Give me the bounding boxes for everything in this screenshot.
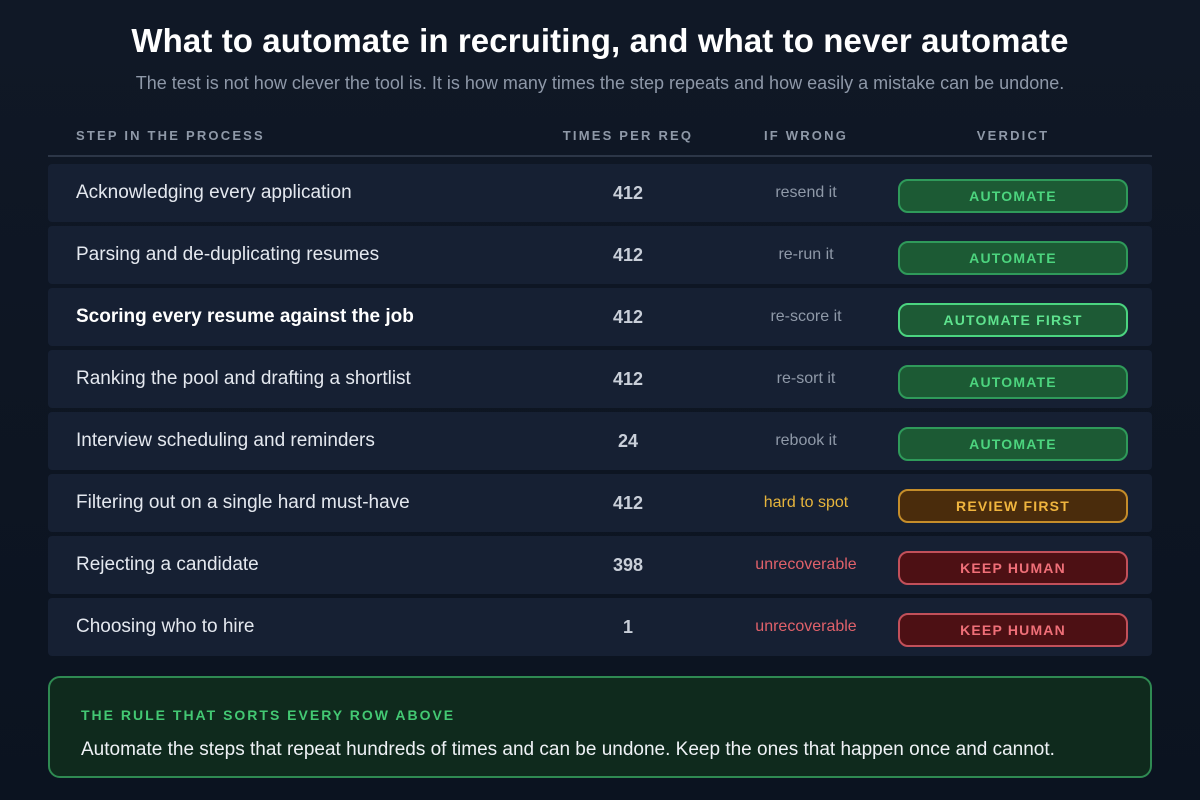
table-row: Filtering out on a single hard must-have… xyxy=(48,474,1152,532)
page-subtitle: The test is not how clever the tool is. … xyxy=(135,73,1065,93)
table-row: Interview scheduling and reminders 24 re… xyxy=(48,412,1152,470)
verdict-badge: AUTOMATE FIRST xyxy=(898,303,1128,337)
times-cell: 1 xyxy=(622,617,633,637)
table-row-highlighted: Scoring every resume against the job 412… xyxy=(48,288,1152,346)
times-cell: 412 xyxy=(612,493,644,513)
if-wrong-cell: re-score it xyxy=(770,308,842,325)
times-cell: 24 xyxy=(617,431,639,451)
table-row: Ranking the pool and drafting a shortlis… xyxy=(48,350,1152,408)
times-cell: 398 xyxy=(612,555,644,575)
header-if-wrong: IF WRONG xyxy=(763,128,849,143)
step-cell: Parsing and de-duplicating resumes xyxy=(76,244,380,265)
times-cell: 412 xyxy=(612,183,644,203)
table-header: STEP IN THE PROCESS TIMES PER REQ IF WRO… xyxy=(48,124,1152,157)
verdict-badge: AUTOMATE xyxy=(898,241,1128,275)
verdict-badge: AUTOMATE xyxy=(898,179,1128,213)
verdict-badge: AUTOMATE xyxy=(898,365,1128,399)
header-times: TIMES PER REQ xyxy=(562,128,694,143)
if-wrong-cell: re-run it xyxy=(778,246,834,263)
if-wrong-cell: unrecoverable xyxy=(755,556,857,573)
rule-label: THE RULE THAT SORTS EVERY ROW ABOVE xyxy=(81,707,456,723)
table-row: Parsing and de-duplicating resumes 412 r… xyxy=(48,226,1152,284)
verdict-badge: KEEP HUMAN xyxy=(898,613,1128,647)
times-cell: 412 xyxy=(612,307,644,327)
table-row: Rejecting a candidate 398 unrecoverable … xyxy=(48,536,1152,594)
header-verdict: VERDICT xyxy=(976,128,1050,143)
step-cell: Rejecting a candidate xyxy=(76,554,259,575)
if-wrong-cell: rebook it xyxy=(775,432,837,449)
if-wrong-cell: unrecoverable xyxy=(755,618,857,635)
rule-callout: THE RULE THAT SORTS EVERY ROW ABOVE Auto… xyxy=(48,676,1152,778)
if-wrong-cell: re-sort it xyxy=(776,370,836,387)
if-wrong-cell: hard to spot xyxy=(763,494,849,511)
verdict-badge: REVIEW FIRST xyxy=(898,489,1128,523)
step-cell: Choosing who to hire xyxy=(76,616,255,637)
step-cell: Scoring every resume against the job xyxy=(76,306,414,327)
if-wrong-cell: resend it xyxy=(775,184,837,201)
verdict-badge: KEEP HUMAN xyxy=(898,551,1128,585)
header-step: STEP IN THE PROCESS xyxy=(76,128,265,143)
step-cell: Filtering out on a single hard must-have xyxy=(76,492,410,513)
table-row: Acknowledging every application 412 rese… xyxy=(48,164,1152,222)
step-cell: Ranking the pool and drafting a shortlis… xyxy=(76,368,411,389)
times-cell: 412 xyxy=(612,369,644,389)
step-cell: Interview scheduling and reminders xyxy=(76,430,375,451)
times-cell: 412 xyxy=(612,245,644,265)
table-row: Choosing who to hire 1 unrecoverable KEE… xyxy=(48,598,1152,656)
rule-text: Automate the steps that repeat hundreds … xyxy=(81,739,1055,760)
verdict-badge: AUTOMATE xyxy=(898,427,1128,461)
step-cell: Acknowledging every application xyxy=(76,182,352,203)
page-title: What to automate in recruiting, and what… xyxy=(131,22,1069,59)
